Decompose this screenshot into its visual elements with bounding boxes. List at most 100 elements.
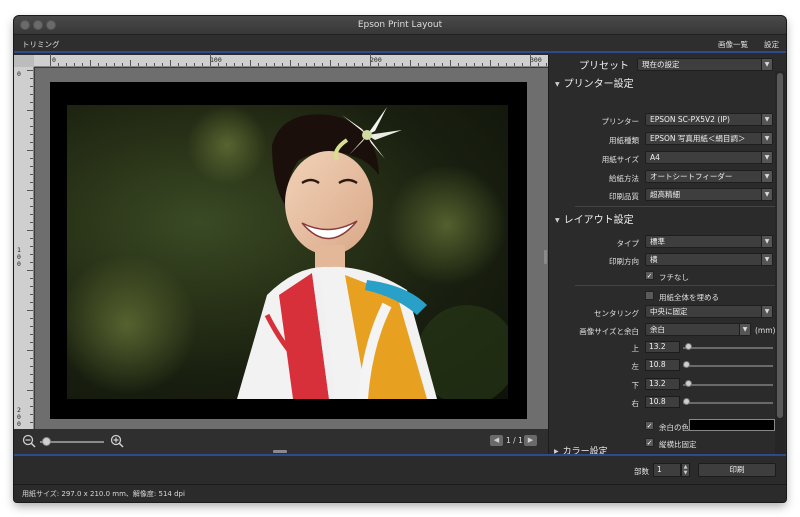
- minimize-window-button[interactable]: [33, 20, 43, 30]
- orientation-label: 印刷方向: [609, 257, 639, 266]
- size-margin-select[interactable]: 余白 ▼: [645, 323, 751, 336]
- settings-panel: プリセット 現在の設定 ▼ ▼ プリンター設定 プリンター EPSON SC-PX…: [548, 55, 786, 454]
- ruler-tick: [30, 318, 33, 319]
- next-page-button[interactable]: ▶: [524, 435, 537, 446]
- preset-select[interactable]: 現在の設定 ▼: [637, 58, 773, 71]
- panel-scrollbar[interactable]: [775, 71, 785, 454]
- zoom-window-button[interactable]: [46, 20, 56, 30]
- ruler-tick: [30, 206, 33, 207]
- ruler-tick: [30, 214, 33, 215]
- margin-top-slider-knob[interactable]: [685, 343, 692, 350]
- margin-left-input[interactable]: 10.8: [645, 359, 680, 371]
- ruler-tick: [394, 63, 395, 66]
- printer-section-header[interactable]: ▼ プリンター設定: [555, 75, 634, 90]
- ruler-tick: [58, 63, 59, 66]
- preset-value: 現在の設定: [642, 60, 680, 69]
- lock-ratio-checkbox[interactable]: ✓: [645, 438, 654, 447]
- margin-bottom-input[interactable]: 13.2: [645, 378, 680, 390]
- feed-value: オートシートフィーダー: [650, 172, 733, 181]
- margin-right-slider-knob[interactable]: [683, 398, 690, 405]
- paper-preview[interactable]: [50, 82, 527, 419]
- ruler-left-label: 100: [17, 246, 21, 268]
- zoom-out-icon[interactable]: [22, 434, 36, 448]
- margin-left-slider-knob[interactable]: [683, 361, 690, 368]
- ruler-tick: [410, 60, 411, 66]
- ruler-tick: [30, 182, 33, 183]
- margin-top-input[interactable]: 13.2: [645, 341, 680, 353]
- menu-trimming[interactable]: トリミング: [22, 39, 60, 50]
- margin-left-slider[interactable]: [683, 365, 773, 367]
- ruler-tick: [386, 63, 387, 66]
- ruler-tick: [522, 63, 523, 66]
- quality-select[interactable]: 超高精細 ▼: [645, 188, 773, 201]
- prev-page-button[interactable]: ◀: [490, 435, 503, 446]
- ruler-tick: [322, 63, 323, 66]
- margin-color-swatch[interactable]: [689, 419, 775, 431]
- paper-size-label: 用紙サイズ: [601, 155, 639, 164]
- centering-select[interactable]: 中央に固定 ▼: [645, 305, 773, 318]
- layout-section-header[interactable]: ▼ レイアウト設定: [555, 211, 634, 226]
- margin-bottom-slider[interactable]: [683, 384, 773, 386]
- ruler-tick: [402, 63, 403, 66]
- printer-select[interactable]: EPSON SC-PX5V2 (IP) ▼: [645, 113, 773, 126]
- panel-resize-handle[interactable]: [544, 250, 547, 264]
- ruler-tick: [27, 70, 33, 71]
- menu-image-list[interactable]: 画像一覧: [718, 39, 748, 50]
- ruler-top-label: 0: [52, 56, 56, 64]
- ruler-tick: [234, 63, 235, 66]
- margin-color-checkbox[interactable]: ✓: [645, 421, 654, 430]
- ruler-tick: [442, 63, 443, 66]
- ruler-tick: [218, 63, 219, 66]
- margin-top-slider[interactable]: [683, 347, 773, 349]
- action-bar: 部数 1 ▲ ▼ 印刷: [14, 454, 786, 484]
- ruler-tick: [306, 63, 307, 66]
- paper-type-value: EPSON 写真用紙＜絹目調＞: [650, 134, 746, 143]
- zoom-slider-knob[interactable]: [42, 437, 51, 446]
- photo-image[interactable]: [67, 105, 508, 399]
- fill-paper-checkbox[interactable]: [645, 291, 654, 300]
- chevron-down-icon: ▼: [739, 324, 750, 335]
- ruler-tick: [154, 63, 155, 66]
- margin-bottom-slider-knob[interactable]: [685, 380, 692, 387]
- copies-stepper[interactable]: ▲ ▼: [681, 463, 690, 477]
- ruler-tick: [170, 60, 171, 66]
- ruler-tick: [514, 63, 515, 66]
- margin-right-slider[interactable]: [683, 402, 773, 404]
- ruler-tick: [30, 374, 33, 375]
- paper-size-select[interactable]: A4 ▼: [645, 151, 773, 164]
- orientation-select[interactable]: 横 ▼: [645, 253, 773, 266]
- section-divider: [575, 285, 775, 286]
- zoom-in-icon[interactable]: [110, 434, 124, 448]
- ruler-tick: [30, 86, 33, 87]
- ruler-tick: [122, 63, 123, 66]
- ruler-corner: [14, 55, 34, 67]
- ruler-tick: [282, 63, 283, 66]
- type-select[interactable]: 標準 ▼: [645, 235, 773, 248]
- ruler-tick: [30, 102, 33, 103]
- ruler-tick: [426, 63, 427, 66]
- ruler-tick: [506, 63, 507, 66]
- ruler-tick: [30, 286, 33, 287]
- borderless-label: フチなし: [659, 273, 689, 282]
- close-window-button[interactable]: [20, 20, 30, 30]
- copies-input[interactable]: 1: [653, 463, 681, 477]
- ruler-tick: [194, 63, 195, 66]
- canvas-toolbar: ◀ 1 / 1 ▶: [14, 429, 548, 454]
- ruler-tick: [330, 60, 331, 66]
- printer-value: EPSON SC-PX5V2 (IP): [650, 115, 730, 124]
- paper-type-select[interactable]: EPSON 写真用紙＜絹目調＞ ▼: [645, 132, 773, 145]
- feed-select[interactable]: オートシートフィーダー ▼: [645, 170, 773, 183]
- print-button[interactable]: 印刷: [698, 463, 776, 477]
- borderless-checkbox[interactable]: ✓: [645, 271, 654, 280]
- ruler-tick: [202, 63, 203, 66]
- menu-settings[interactable]: 設定: [764, 39, 779, 50]
- margin-right-input[interactable]: 10.8: [645, 396, 680, 408]
- panel-scroll-thumb[interactable]: [777, 73, 783, 418]
- title-bar: Epson Print Layout: [14, 16, 786, 35]
- ruler-tick: [30, 406, 33, 407]
- ruler-tick: [378, 63, 379, 66]
- canvas-resize-handle[interactable]: [273, 450, 287, 453]
- printer-label: プリンター: [601, 117, 640, 126]
- ruler-tick: [27, 390, 33, 391]
- ruler-tick: [474, 63, 475, 66]
